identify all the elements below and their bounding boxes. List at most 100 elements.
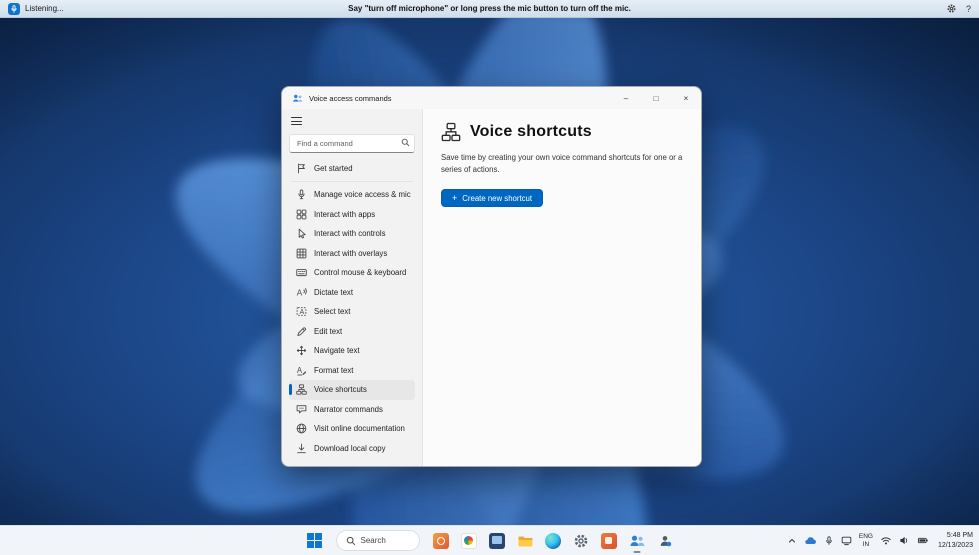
command-search <box>289 133 415 153</box>
sidebar-item-label: Interact with controls <box>314 229 386 239</box>
svg-text:A: A <box>299 309 304 316</box>
sidebar-nav: Get started Manage voice access & mic In… <box>289 159 415 420</box>
navigate-arrows-icon <box>295 345 307 356</box>
paint-app-icon[interactable] <box>457 529 481 553</box>
battery-icon[interactable] <box>917 535 929 546</box>
dictate-icon: A <box>295 287 307 298</box>
onedrive-cloud-icon[interactable] <box>804 535 817 546</box>
sidebar-item-label: Voice shortcuts <box>314 385 367 395</box>
language-bottom: IN <box>862 540 870 548</box>
sidebar-item-label: Visit online documentation <box>314 424 405 434</box>
create-new-shortcut-button[interactable]: + Create new shortcut <box>441 189 544 208</box>
monitor-app-icon[interactable] <box>485 529 509 553</box>
sidebar-item-label: Interact with apps <box>314 209 376 219</box>
sidebar-item-interact-with-apps[interactable]: Interact with apps <box>289 205 415 225</box>
language-indicator[interactable]: ENG IN <box>859 533 873 548</box>
settings-gear-icon[interactable] <box>569 529 593 553</box>
account-app-icon[interactable] <box>653 529 677 553</box>
sidebar-item-control-mouse-keyboard[interactable]: Control mouse & keyboard <box>289 263 415 283</box>
sidebar-item-label: Control mouse & keyboard <box>314 268 407 278</box>
globe-icon <box>295 423 307 434</box>
voice-hint-text: Say "turn off microphone" or long press … <box>348 4 631 13</box>
system-tray: ENG IN 5:48 PM 12/13/2023 <box>787 526 973 555</box>
taskbar: Search ENG IN 5:48 PM 12/13/2023 <box>0 525 979 555</box>
page-title: Voice shortcuts <box>470 123 592 140</box>
language-top: ENG <box>858 533 873 541</box>
apps-grid-icon <box>295 209 307 220</box>
sidebar-item-manage-voice-access[interactable]: Manage voice access & mic <box>289 185 415 205</box>
maximize-button[interactable]: □ <box>641 87 671 109</box>
svg-text:A: A <box>296 366 302 375</box>
window-titlebar[interactable]: Voice access commands – □ × <box>282 87 701 109</box>
active-app-indicator <box>633 550 640 553</box>
voicebar-actions: ? <box>781 3 971 14</box>
main-content: Voice shortcuts Save time by creating yo… <box>422 109 701 466</box>
voice-status-group: Listening... <box>8 2 198 15</box>
keyboard-icon <box>295 267 307 278</box>
microphone-icon[interactable] <box>8 2 20 15</box>
photos-app-icon[interactable] <box>429 529 453 553</box>
store-app-icon[interactable] <box>597 529 621 553</box>
start-button[interactable] <box>303 529 327 553</box>
sidebar-item-download-local-copy[interactable]: Download local copy <box>289 439 415 459</box>
gear-icon[interactable] <box>946 3 957 14</box>
page-header: Voice shortcuts <box>441 122 687 142</box>
sidebar-item-label: Narrator commands <box>314 404 383 414</box>
minimize-button[interactable]: – <box>611 87 641 109</box>
sidebar-item-label: Edit text <box>314 326 343 336</box>
taskbar-search[interactable]: Search <box>335 530 420 551</box>
sidebar-item-get-started[interactable]: Get started <box>289 159 415 179</box>
close-button[interactable]: × <box>671 87 701 109</box>
desktop: Voice access commands – □ × Find a comma… <box>0 18 979 525</box>
display-icon[interactable] <box>841 535 852 546</box>
sidebar-item-label: Navigate text <box>314 346 360 356</box>
sidebar-item-label: Manage voice access & mic <box>314 190 411 200</box>
clock-date: 12/13/2023 <box>937 541 973 549</box>
sidebar-divider <box>291 181 413 182</box>
menu-icon[interactable] <box>291 117 307 126</box>
clock-time: 5:48 PM <box>946 532 973 540</box>
sidebar-item-interact-with-controls[interactable]: Interact with controls <box>289 224 415 244</box>
window-title: Voice access commands <box>309 93 392 103</box>
voice-access-bar: Listening... Say "turn off microphone" o… <box>0 0 979 18</box>
caption-controls: – □ × <box>611 87 701 109</box>
chevron-up-icon[interactable] <box>787 536 797 546</box>
sidebar-item-voice-shortcuts[interactable]: Voice shortcuts <box>289 380 415 400</box>
sidebar-item-edit-text[interactable]: Edit text <box>289 322 415 342</box>
svg-text:A: A <box>296 288 302 297</box>
sidebar-item-navigate-text[interactable]: Navigate text <box>289 341 415 361</box>
format-text-icon: A <box>295 365 307 376</box>
download-icon <box>295 443 307 454</box>
wifi-icon[interactable] <box>880 535 892 546</box>
sidebar-item-dictate-text[interactable]: A Dictate text <box>289 283 415 303</box>
sidebar-item-select-text[interactable]: A Select text <box>289 302 415 322</box>
sidebar-item-label: Select text <box>314 307 351 317</box>
sidebar-footer: Visit online documentation Download loca… <box>289 419 415 460</box>
sidebar-item-interact-with-overlays[interactable]: Interact with overlays <box>289 244 415 264</box>
search-icon <box>346 536 356 546</box>
sidebar-item-label: Download local copy <box>314 443 386 453</box>
taskbar-center: Search <box>303 529 677 553</box>
window-body: Get started Manage voice access & mic In… <box>282 109 701 466</box>
voice-access-commands-window: Voice access commands – □ × Find a comma… <box>281 86 702 467</box>
sidebar-item-format-text[interactable]: A Format text <box>289 361 415 381</box>
create-new-shortcut-label: Create new shortcut <box>462 193 533 203</box>
file-explorer-icon[interactable] <box>513 529 537 553</box>
volume-icon[interactable] <box>899 535 910 546</box>
windows-logo-icon <box>307 533 322 548</box>
sidebar-item-narrator-commands[interactable]: Narrator commands <box>289 400 415 420</box>
tray-microphone-icon[interactable] <box>824 535 834 546</box>
voice-access-app-icon[interactable] <box>625 529 649 553</box>
sidebar-item-label: Get started <box>314 163 353 173</box>
edge-browser-icon[interactable] <box>541 529 565 553</box>
flag-icon <box>295 163 307 174</box>
clock[interactable]: 5:48 PM 12/13/2023 <box>938 531 973 549</box>
sidebar-item-visit-online-documentation[interactable]: Visit online documentation <box>289 419 415 439</box>
voice-status-text: Listening... <box>25 4 64 13</box>
voice-shortcuts-icon <box>295 384 307 395</box>
edit-pencil-icon <box>295 326 307 337</box>
search-icon <box>401 138 410 147</box>
search-input[interactable] <box>289 133 415 153</box>
screen: Listening... Say "turn off microphone" o… <box>0 0 979 555</box>
help-icon[interactable]: ? <box>966 4 971 14</box>
